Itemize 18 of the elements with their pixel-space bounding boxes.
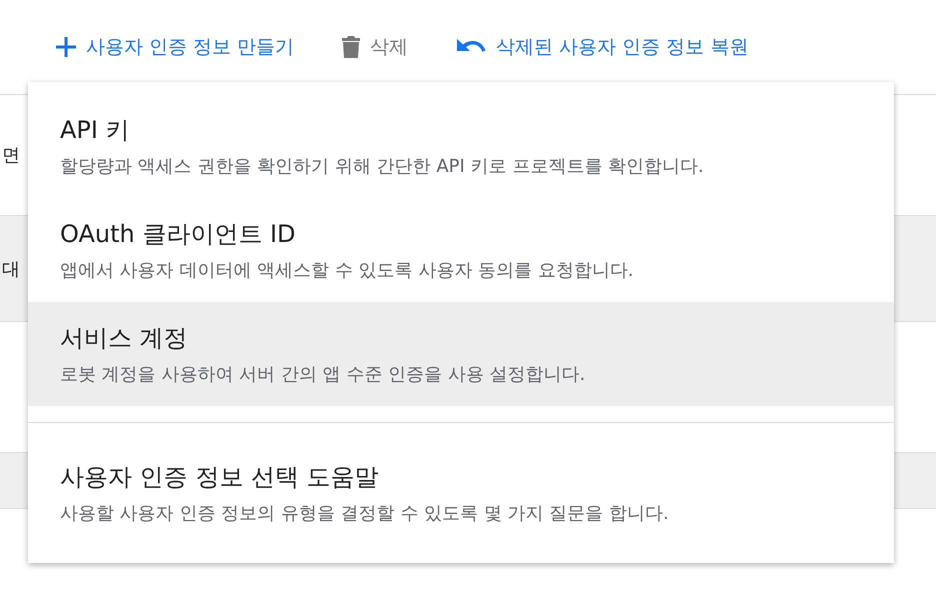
cell-text: 면 — [2, 144, 20, 167]
menu-item-title: API 키 — [60, 115, 131, 146]
create-button[interactable]: 사용자 인증 정보 만들기 — [56, 30, 294, 64]
restore-button[interactable]: 삭제된 사용자 인증 정보 복원 — [456, 30, 748, 64]
menu-item-description: 할당량과 액세스 권한을 확인하기 위해 간단한 API 키로 프로젝트를 확인합니다. — [60, 155, 705, 178]
menu-item-title: 서비스 계정 — [60, 323, 189, 354]
plus-icon — [56, 37, 76, 57]
menu-item-description: 앱에서 사용자 데이터에 액세스할 수 있도록 사용자 동의를 요청합니다. — [60, 259, 634, 282]
menu-item[interactable]: OAuth 클라이언트 ID 앱에서 사용자 데이터에 액세스할 수 있도록 사용자 동의를 요청합니다. — [28, 198, 894, 302]
menu-item[interactable]: 서비스 계정 로봇 계정을 사용하여 서버 간의 앱 수준 인증을 사용 설정합니다. — [28, 302, 894, 406]
menu-item-title: 사용자 인증 정보 선택 도움말 — [60, 462, 380, 493]
menu-item-description: 사용할 사용자 인증 정보의 유형을 결정할 수 있도록 몇 가지 질문을 합니다. — [60, 502, 670, 525]
trash-icon — [342, 36, 360, 58]
menu-item[interactable]: 사용자 인증 정보 선택 도움말 사용할 사용자 인증 정보의 유형을 결정할 수 있도록 몇 가지 질문을 합니다. — [28, 441, 894, 545]
cell-text: 대 — [2, 258, 20, 280]
menu-item[interactable]: API 키 할당량과 액세스 권한을 확인하기 위해 간단한 API 키로 프로젝트를 확인합니다. — [28, 94, 894, 198]
menu-item-title: OAuth 클라이언트 ID — [60, 219, 297, 250]
menu-item-description: 로봇 계정을 사용하여 서버 간의 앱 수준 인증을 사용 설정합니다. — [60, 363, 586, 386]
